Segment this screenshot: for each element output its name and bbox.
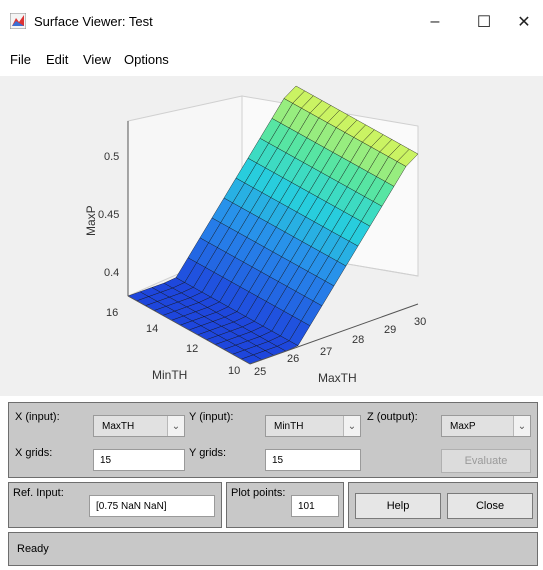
- app-icon: [10, 13, 26, 29]
- menu-options[interactable]: Options: [124, 52, 169, 67]
- title-bar: Surface Viewer: Test – ☐ ✕: [0, 0, 543, 42]
- close-button[interactable]: Close: [447, 493, 533, 519]
- x-tick-27: 27: [320, 346, 332, 358]
- surface-plot[interactable]: 0.5 0.45 0.4 MaxP 16 14 12 10 MinTH 25 2…: [0, 76, 543, 396]
- y-grids-label: Y grids:: [189, 447, 227, 459]
- z-output-value: MaxP: [450, 420, 476, 432]
- y-tick-16: 16: [106, 307, 118, 319]
- y-axis-label: MinTH: [152, 368, 187, 382]
- z-axis-label: MaxP: [84, 205, 98, 236]
- ref-input-label: Ref. Input:: [13, 487, 64, 499]
- x-tick-30: 30: [414, 316, 426, 328]
- y-tick-12: 12: [186, 343, 198, 355]
- x-tick-28: 28: [352, 334, 364, 346]
- x-input-select[interactable]: MaxTH ⌄: [93, 415, 185, 437]
- z-tick-0.4: 0.4: [104, 267, 119, 279]
- y-input-value: MinTH: [274, 420, 304, 432]
- y-input-select[interactable]: MinTH ⌄: [265, 415, 361, 437]
- chevron-down-icon: ⌄: [343, 416, 360, 436]
- ref-input-field[interactable]: [0.75 NaN NaN]: [89, 495, 215, 517]
- menu-edit[interactable]: Edit: [46, 52, 68, 67]
- x-grids-label: X grids:: [15, 447, 53, 459]
- x-axis-label: MaxTH: [318, 371, 357, 385]
- buttons-panel: Help Close: [348, 482, 538, 528]
- z-tick-0.5: 0.5: [104, 151, 119, 163]
- evaluate-button[interactable]: Evaluate: [441, 449, 531, 473]
- chevron-down-icon: ⌄: [167, 416, 184, 436]
- menu-file[interactable]: File: [10, 52, 31, 67]
- maximize-button[interactable]: ☐: [464, 8, 504, 36]
- window-title: Surface Viewer: Test: [34, 14, 153, 29]
- close-window-button[interactable]: ✕: [504, 8, 543, 36]
- z-tick-0.45: 0.45: [98, 209, 119, 221]
- ref-input-panel: Ref. Input: [0.75 NaN NaN]: [8, 482, 222, 528]
- x-grids-input[interactable]: 15: [93, 449, 185, 471]
- chevron-down-icon: ⌄: [513, 416, 530, 436]
- status-text: Ready: [17, 543, 49, 555]
- plot-points-label: Plot points:: [231, 487, 286, 499]
- menu-bar: File Edit View Options: [0, 42, 543, 76]
- x-tick-25: 25: [254, 366, 266, 378]
- z-output-select[interactable]: MaxP ⌄: [441, 415, 531, 437]
- y-tick-10: 10: [228, 365, 240, 377]
- x-input-label: X (input):: [15, 411, 60, 423]
- y-grids-input[interactable]: 15: [265, 449, 361, 471]
- x-input-value: MaxTH: [102, 420, 135, 432]
- z-output-label: Z (output):: [367, 411, 418, 423]
- y-input-label: Y (input):: [189, 411, 234, 423]
- x-tick-29: 29: [384, 324, 396, 336]
- plot-points-input[interactable]: 101: [291, 495, 339, 517]
- x-tick-26: 26: [287, 353, 299, 365]
- y-tick-14: 14: [146, 323, 158, 335]
- status-panel: Ready: [8, 532, 538, 566]
- surface-plot-area[interactable]: 0.5 0.45 0.4 MaxP 16 14 12 10 MinTH 25 2…: [0, 76, 543, 396]
- input-selection-panel: X (input): MaxTH ⌄ Y (input): MinTH ⌄ Z …: [8, 402, 538, 478]
- plot-points-panel: Plot points: 101: [226, 482, 344, 528]
- menu-view[interactable]: View: [83, 52, 111, 67]
- minimize-button[interactable]: –: [415, 8, 455, 36]
- help-button[interactable]: Help: [355, 493, 441, 519]
